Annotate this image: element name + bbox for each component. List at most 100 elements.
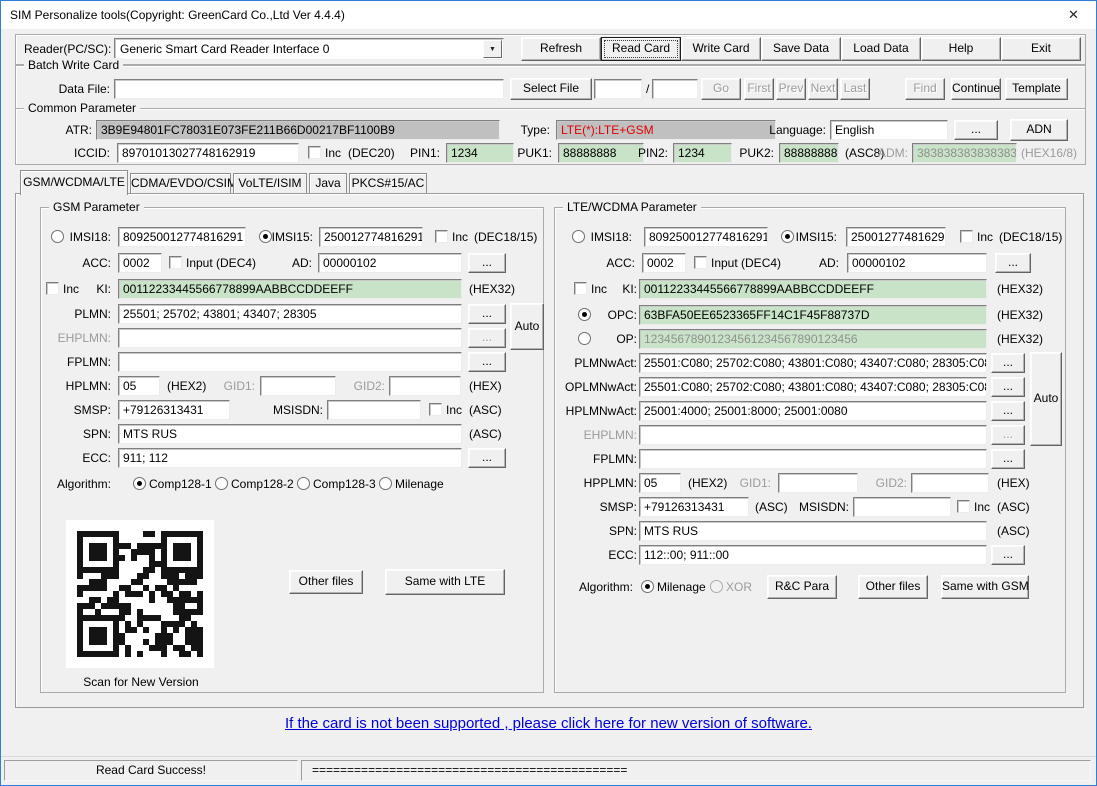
lte-alg-milenage-radio[interactable] [641, 580, 654, 593]
gsm-spn-input[interactable]: MTS RUS [118, 424, 462, 444]
language-more-button[interactable]: ... [954, 120, 998, 140]
pin1-field[interactable]: 1234 [446, 143, 514, 163]
gsm-acc-input[interactable]: 0002 [118, 253, 162, 273]
iccid-input[interactable]: 89701013027748162919 [117, 143, 299, 163]
data-file-input[interactable] [114, 79, 504, 99]
tab-volte-isim[interactable]: VoLTE/ISIM [233, 173, 307, 193]
gsm-alg-milenage-radio[interactable] [379, 477, 392, 490]
gsm-imsi-inc-checkbox[interactable] [435, 230, 448, 243]
write-card-button[interactable]: Write Card [681, 37, 761, 61]
gsm-fplmn-more-button[interactable]: ... [468, 352, 506, 372]
first-button[interactable]: First [744, 78, 774, 100]
lte-hpplmn-input[interactable]: 05 [639, 473, 681, 493]
gsm-plmn-more-button[interactable]: ... [468, 304, 506, 324]
go-button[interactable]: Go [701, 78, 741, 100]
select-file-button[interactable]: Select File [510, 78, 592, 100]
gsm-imsi18-radio[interactable] [51, 230, 64, 243]
lte-spn-input[interactable]: MTS RUS [639, 521, 987, 541]
exit-button[interactable]: Exit [1001, 37, 1081, 61]
gsm-alg-comp128-3-radio[interactable] [297, 477, 310, 490]
iccid-inc-checkbox[interactable] [308, 146, 321, 159]
adn-button[interactable]: ADN [1010, 119, 1068, 141]
tab-java[interactable]: Java [309, 173, 347, 193]
lte-acc-input[interactable]: 0002 [642, 253, 686, 273]
find-button[interactable]: Find [905, 78, 945, 100]
lte-opc-field[interactable]: 63BFA50EE6523365FF14C1F45F88737D [639, 305, 987, 325]
gsm-alg-comp128-2-radio[interactable] [215, 477, 228, 490]
gsm-msisdn-inc-checkbox[interactable] [429, 403, 442, 416]
template-button[interactable]: Template [1005, 78, 1068, 100]
prev-button[interactable]: Prev [776, 78, 806, 100]
lte-plmnwact-input[interactable]: 25501:C080; 25702:C080; 43801:C080; 4340… [639, 353, 987, 373]
last-button[interactable]: Last [840, 78, 870, 100]
lte-oplmnwact-input[interactable]: 25501:C080; 25702:C080; 43801:C080; 4340… [639, 377, 987, 397]
lte-imsi18-radio[interactable] [572, 230, 585, 243]
gsm-ad-more-button[interactable]: ... [468, 253, 506, 273]
lte-msisdn-inc-checkbox[interactable] [957, 500, 970, 513]
lte-smsp-input[interactable]: +79126313431 [639, 497, 749, 517]
gsm-plmn-input[interactable]: 25501; 25702; 43801; 43407; 28305 [118, 304, 462, 324]
lte-msisdn-input[interactable] [853, 497, 951, 517]
tab-pkcs15-ac[interactable]: PKCS#15/AC [349, 173, 427, 193]
gsm-imsi18-input[interactable]: 809250012774816291 [118, 227, 246, 247]
lte-ecc-more-button[interactable]: ... [991, 545, 1025, 565]
page-to-input[interactable] [652, 79, 698, 99]
lte-oplmnwact-more-button[interactable]: ... [991, 377, 1025, 397]
next-button[interactable]: Next [808, 78, 838, 100]
gsm-hplmn-input[interactable]: 05 [118, 376, 160, 396]
gsm-smsp-input[interactable]: +79126313431 [118, 400, 230, 420]
gsm-msisdn-input[interactable] [327, 400, 421, 420]
lte-fplmn-input[interactable] [639, 449, 987, 469]
gsm-acc-input-checkbox[interactable] [169, 256, 182, 269]
language-field[interactable]: English [830, 120, 948, 140]
lte-imsi-inc-checkbox[interactable] [960, 230, 973, 243]
lte-imsi15-input[interactable]: 250012774816291 [846, 227, 946, 247]
update-link[interactable]: If the card is not been supported , plea… [1, 715, 1096, 732]
lte-ecc-input[interactable]: 112::00; 911::00 [639, 545, 987, 565]
help-button[interactable]: Help [921, 37, 1001, 61]
lte-ki-inc-checkbox[interactable] [574, 282, 587, 295]
lte-ehplmn-more-button[interactable]: ... [991, 425, 1025, 445]
gsm-plmn-label: PLMN: [51, 304, 111, 324]
lte-hplmnwact-more-button[interactable]: ... [991, 401, 1025, 421]
puk2-field[interactable]: 88888888 [779, 143, 839, 163]
lte-ad-input[interactable]: 00000102 [847, 253, 987, 273]
lte-other-files-button[interactable]: Other files [858, 575, 928, 599]
lte-hplmnwact-input[interactable]: 25001:4000; 25001:8000; 25001:0080 [639, 401, 987, 421]
status-progress-text: ========================================… [301, 760, 1091, 781]
tab-cdma-evdo-csim[interactable]: CDMA/EVDO/CSIM [130, 173, 231, 193]
lte-opc-radio[interactable] [578, 308, 591, 321]
gsm-ad-input[interactable]: 00000102 [318, 253, 462, 273]
gsm-imsi15-input[interactable]: 250012774816291 [319, 227, 423, 247]
lte-ki-field[interactable]: 00112233445566778899AABBCCDDEEFF [639, 279, 987, 299]
pin2-field[interactable]: 1234 [673, 143, 732, 163]
gsm-fplmn-input[interactable] [118, 352, 462, 372]
lte-plmnwact-more-button[interactable]: ... [991, 353, 1025, 373]
close-icon[interactable]: ✕ [1051, 1, 1096, 29]
gsm-ki-field[interactable]: 00112233445566778899AABBCCDDEEFF [118, 279, 462, 299]
gsm-ecc-more-button[interactable]: ... [468, 448, 506, 468]
gsm-ecc-input[interactable]: 911; 112 [118, 448, 462, 468]
lte-imsi18-input[interactable]: 809250012774816291 [644, 227, 768, 247]
page-from-input[interactable] [594, 79, 642, 99]
gsm-alg-comp128-1-radio[interactable] [133, 477, 146, 490]
continue-button[interactable]: Continue [951, 78, 1001, 100]
lte-fplmn-more-button[interactable]: ... [991, 449, 1025, 469]
refresh-button[interactable]: Refresh [521, 37, 601, 61]
lte-op-radio[interactable] [578, 332, 591, 345]
gsm-other-files-button[interactable]: Other files [289, 570, 363, 594]
reader-combobox[interactable]: Generic Smart Card Reader Interface 0 ▼ [114, 38, 504, 60]
lte-ad-more-button[interactable]: ... [995, 253, 1031, 273]
gsm-ehplmn-more-button[interactable]: ... [468, 328, 506, 348]
load-data-button[interactable]: Load Data [841, 37, 921, 61]
gsm-ki-inc-checkbox[interactable] [46, 282, 59, 295]
lte-same-with-gsm-button[interactable]: Same with GSM [941, 575, 1029, 599]
save-data-button[interactable]: Save Data [761, 37, 841, 61]
read-card-button[interactable]: Read Card [601, 37, 681, 61]
lte-rc-para-button[interactable]: R&C Para [767, 575, 837, 599]
dropdown-arrow-icon[interactable]: ▼ [483, 40, 502, 58]
lte-acc-input-checkbox[interactable] [694, 256, 707, 269]
gsm-same-with-lte-button[interactable]: Same with LTE [385, 569, 505, 595]
tab-gsm-wcdma-lte[interactable]: GSM/WCDMA/LTE [20, 170, 128, 195]
toolbar-group: Reader(PC/SC): Generic Smart Card Reader… [15, 34, 1086, 65]
